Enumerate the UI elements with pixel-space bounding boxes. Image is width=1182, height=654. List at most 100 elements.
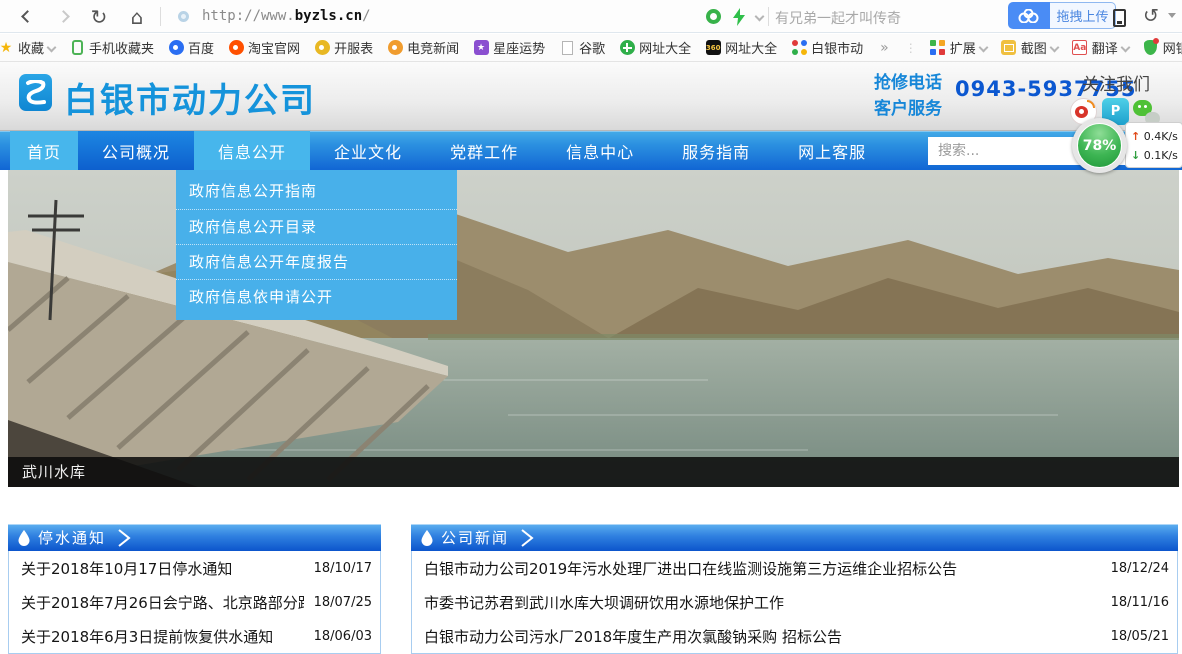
news-list: 关于2018年10月17日停水通知 18/10/17 关于2018年7月26日会宁…: [8, 551, 381, 654]
bookmark-label: 手机收藏夹: [89, 38, 154, 57]
company-logo[interactable]: [19, 74, 52, 111]
bookmark-taobao[interactable]: 淘宝官网: [221, 34, 307, 62]
news-date: 18/10/17: [314, 561, 372, 576]
bookmark-label: 网址大全: [725, 38, 777, 57]
nav-item-info-center[interactable]: 信息中心: [542, 131, 658, 170]
news-item[interactable]: 白银市动力公司2019年污水处理厂进出口在线监测设施第三方运维企业招标公告18/…: [412, 551, 1177, 585]
news-item[interactable]: 市委书记苏君到武川水库大坝调研饮用水源地保护工作18/11/16: [412, 585, 1177, 619]
browser-toolbar: ↻ ⌂ http://www.byzls.cn/ 有兄弟一起才叫传奇 拖拽上传 …: [0, 0, 1182, 33]
mobile-device-icon[interactable]: [1113, 9, 1126, 27]
hotline-line2: 客户服务: [874, 96, 942, 122]
undo-icon[interactable]: ↺: [1143, 5, 1159, 27]
site-security-icon[interactable]: [178, 11, 189, 22]
nav-item-home[interactable]: 首页: [10, 131, 78, 170]
chevron-down-icon: [978, 43, 988, 53]
news-list: 白银市动力公司2019年污水处理厂进出口在线监测设施第三方运维企业招标公告18/…: [411, 551, 1178, 654]
nav-item-about[interactable]: 公司概况: [78, 131, 194, 170]
shutter-icon[interactable]: [706, 9, 721, 24]
news-date: 18/11/16: [1111, 595, 1169, 610]
toolbar-extensions[interactable]: 扩展: [923, 34, 994, 62]
toolbar-translate[interactable]: Aa翻译: [1065, 34, 1136, 62]
dropdown-item-catalog[interactable]: 政府信息公开目录: [176, 209, 457, 244]
forward-icon: [57, 10, 70, 23]
forward-button[interactable]: [48, 0, 78, 33]
news-title: 关于2018年10月17日停水通知: [21, 558, 232, 579]
toolbar-screenshot[interactable]: 截图: [994, 34, 1065, 62]
news-item[interactable]: 关于2018年7月26日会宁路、北京路部分路...18/07/25: [9, 585, 380, 619]
progress-percent: 78%: [1077, 123, 1122, 168]
nav-item-culture[interactable]: 企业文化: [310, 131, 426, 170]
screenshot-icon: [1001, 40, 1017, 56]
chevron-down-icon: [1120, 43, 1130, 53]
back-button[interactable]: [12, 0, 42, 33]
quick-search-field[interactable]: 有兄弟一起才叫传奇: [775, 8, 901, 28]
news-item[interactable]: 关于2018年6月3日提前恢复供水通知18/06/03: [9, 619, 380, 653]
back-icon: [21, 10, 34, 23]
toolbar-ebank[interactable]: 网银: [1136, 34, 1182, 62]
address-bar[interactable]: http://www.byzls.cn/: [202, 8, 371, 24]
nav-item-service-guide[interactable]: 服务指南: [658, 131, 774, 170]
news-item[interactable]: 关于2018年10月17日停水通知 18/10/17: [9, 551, 380, 585]
bookmark-google[interactable]: 谷歌: [552, 34, 612, 62]
nav-item-online-service[interactable]: 网上客服: [774, 131, 890, 170]
bookmark-baidu[interactable]: 百度: [161, 34, 221, 62]
home-button[interactable]: ⌂: [122, 0, 152, 33]
taobao-icon: [228, 40, 244, 56]
toolbar-label: 网银: [1163, 38, 1182, 57]
news-title: 关于2018年6月3日提前恢复供水通知: [21, 626, 273, 647]
bookmark-label: 电竞新闻: [407, 38, 459, 57]
bookmark-360-sites[interactable]: 360网址大全: [698, 34, 784, 62]
bookmark-horoscope[interactable]: ★星座运势: [466, 34, 552, 62]
browser-window: ↻ ⌂ http://www.byzls.cn/ 有兄弟一起才叫传奇 拖拽上传 …: [0, 0, 1182, 654]
url-prefix: http://www.: [202, 8, 295, 24]
main-nav: 首页 公司概况 信息公开 企业文化 党群工作 信息中心 服务指南 网上客服: [0, 131, 1182, 170]
star-icon: ★: [0, 40, 14, 56]
toolbar-dots-divider: ⋮: [899, 41, 923, 55]
chevron-right-icon: [116, 529, 132, 547]
undo-menu-caret[interactable]: [1168, 13, 1176, 18]
blocks-icon: [930, 40, 946, 56]
bookmark-baiyin-site[interactable]: 白银市动: [784, 34, 870, 62]
tencent-glyph: P: [1111, 104, 1121, 119]
bookmark-kaifubiao[interactable]: 开服表: [307, 34, 380, 62]
toolbar-label: 扩展: [950, 38, 976, 57]
chevron-down-icon: [47, 43, 57, 53]
news-item[interactable]: 白银市动力公司污水厂2018年度生产用次氯酸钠采购 招标公告18/05/21: [412, 619, 1177, 653]
refresh-button[interactable]: ↻: [84, 0, 114, 33]
news-date: 18/07/25: [314, 595, 372, 610]
star-shield-icon: ★: [473, 40, 489, 56]
dropdown-item-request[interactable]: 政府信息依申请公开: [176, 279, 457, 314]
company-name: 白银市动力公司: [64, 73, 316, 122]
section-header[interactable]: 公司新闻: [411, 524, 1178, 551]
bookmark-hao123[interactable]: 网址大全: [612, 34, 698, 62]
dropdown-item-guide[interactable]: 政府信息公开指南: [176, 174, 457, 209]
hero-caption: 武川水库: [8, 457, 1179, 487]
progress-badge[interactable]: 78%: [1072, 118, 1127, 173]
home-icon: ⌂: [131, 5, 144, 29]
news-title: 白银市动力公司污水厂2018年度生产用次氯酸钠采购 招标公告: [424, 626, 842, 647]
chevron-down-icon[interactable]: [750, 0, 768, 33]
bookmark-label: 谷歌: [579, 38, 605, 57]
translate-icon: Aa: [1072, 40, 1088, 56]
lightning-icon[interactable]: [733, 8, 745, 30]
bookmark-esports-news[interactable]: 电竞新闻: [380, 34, 466, 62]
nav-item-info-open[interactable]: 信息公开: [194, 131, 310, 170]
paw-icon: [168, 40, 184, 56]
info-open-dropdown: 政府信息公开指南 政府信息公开目录 政府信息公开年度报告 政府信息依申请公开: [176, 170, 457, 320]
water-drop-icon: [18, 530, 30, 546]
document-icon: [559, 40, 575, 56]
site-header: 白银市动力公司 抢修电话 客户服务 0943-5937755 关注我们 P: [0, 62, 1182, 131]
bookmarks-overflow-button[interactable]: »: [870, 40, 899, 56]
bookmark-favorites[interactable]: ★ 收藏: [0, 34, 62, 62]
cloud-icon: [1008, 2, 1050, 29]
bookmark-mobile-favorites[interactable]: 手机收藏夹: [62, 34, 161, 62]
dropdown-item-annual[interactable]: 政府信息公开年度报告: [176, 244, 457, 279]
section-header[interactable]: 停水通知: [8, 524, 381, 551]
cloud-upload-button[interactable]: 拖拽上传: [1008, 2, 1116, 29]
refresh-icon: ↻: [91, 5, 108, 29]
bookmark-label: 网址大全: [639, 38, 691, 57]
nav-item-party[interactable]: 党群工作: [426, 131, 542, 170]
wechat-icon[interactable]: [1133, 98, 1160, 125]
network-speed-widget[interactable]: ↑ 0.4K/s ↓ 0.1K/s: [1125, 122, 1182, 168]
upload-speed: 0.4K/s: [1144, 130, 1178, 143]
